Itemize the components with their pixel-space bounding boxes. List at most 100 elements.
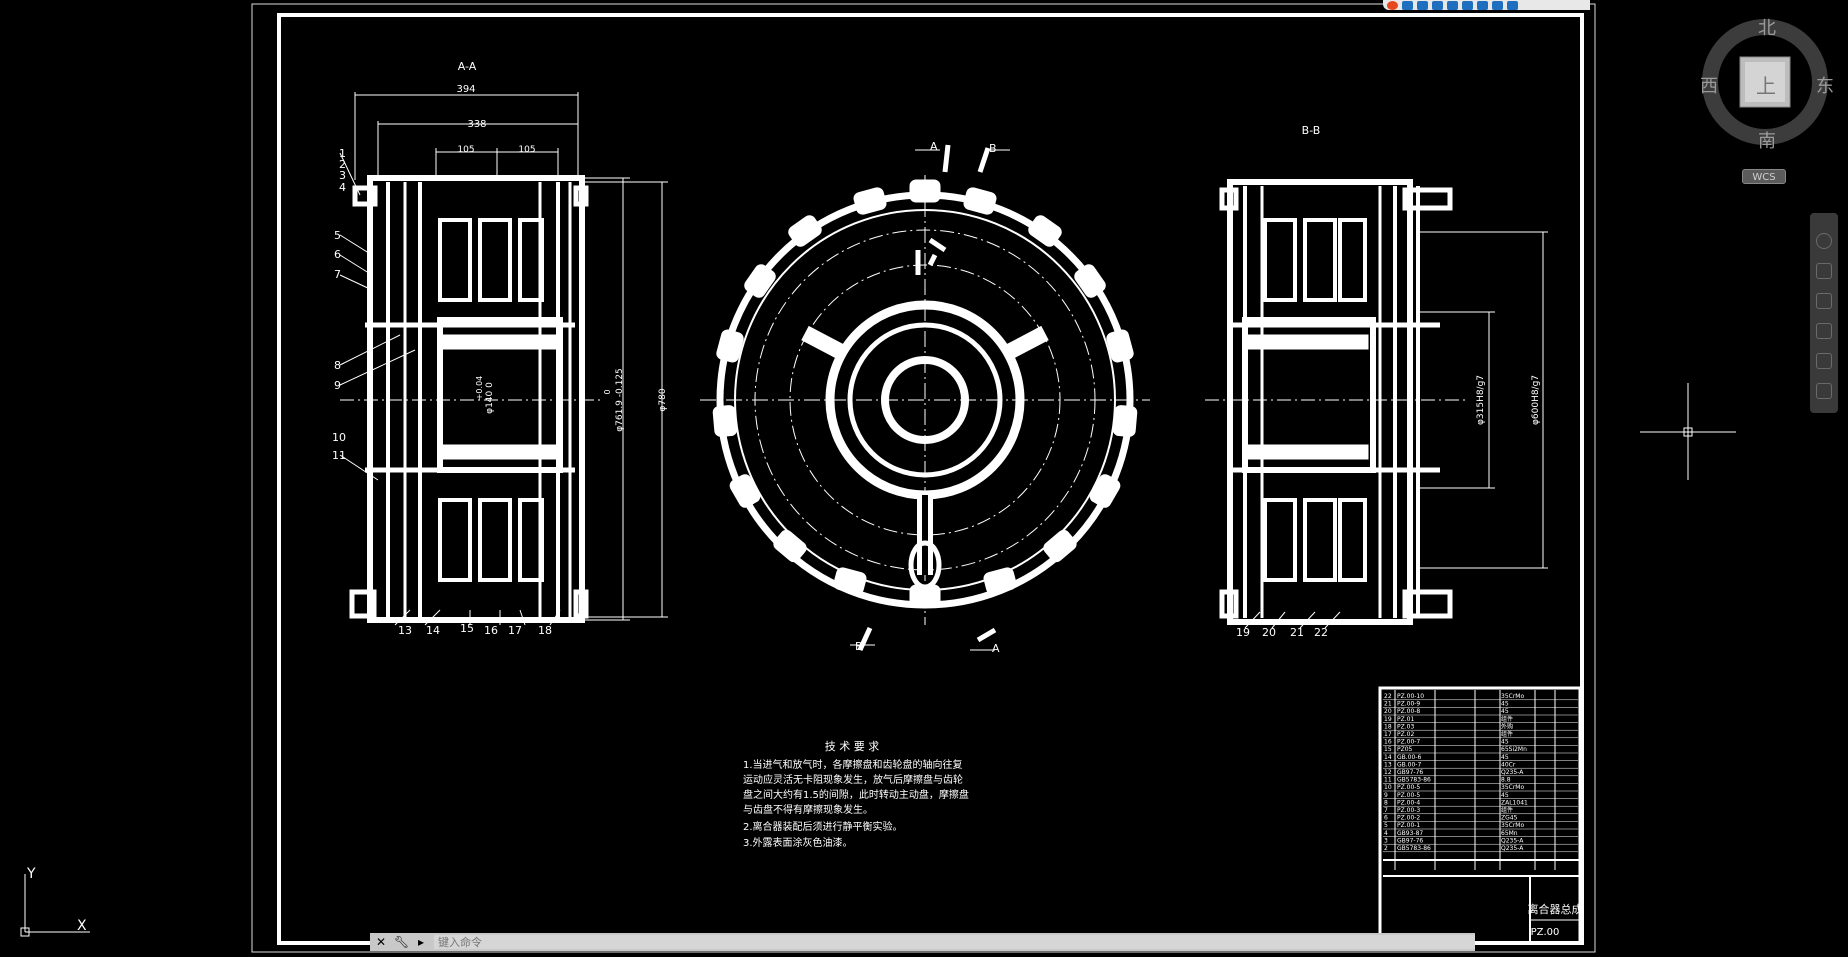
bom-cell: PZ05	[1397, 746, 1413, 753]
balloon-10: 10	[332, 431, 346, 444]
balloon-9: 9	[334, 379, 341, 392]
bom-cell: PZ.00-8	[1397, 708, 1420, 715]
viewcube-top-face[interactable]: 上	[1756, 70, 1776, 99]
bom-cell: GB.00-6	[1397, 754, 1421, 761]
dim-phi140: φ140 0	[485, 382, 495, 414]
shirt-icon[interactable]	[1492, 0, 1503, 10]
bom-cell: GB97-76	[1397, 837, 1423, 844]
orbit-icon[interactable]	[1816, 323, 1832, 339]
balloon-8: 8	[334, 359, 341, 372]
wrench-icon[interactable]: 🔧︎	[394, 935, 409, 949]
tech-req-line-4: 与齿盘不得有摩擦现象发生。	[743, 803, 873, 816]
balloon-11: 11	[332, 449, 346, 462]
view-center	[700, 144, 1150, 652]
bom-cell: GB.00-7	[1397, 761, 1421, 768]
bom-cell: PZ.03	[1397, 723, 1414, 730]
bom-cell: Q235-A	[1501, 769, 1524, 776]
bom-cell: 15	[1384, 746, 1392, 753]
close-icon[interactable]: ✕	[374, 935, 388, 949]
bom-cell: 8.8	[1501, 777, 1511, 784]
bom-cell: 组件	[1501, 715, 1513, 723]
bom-cell: 35CrMo	[1501, 693, 1524, 700]
showmotion-icon[interactable]	[1816, 353, 1832, 369]
wcs-dropdown[interactable]: WCS	[1742, 169, 1786, 184]
bom-cell: 9	[1384, 792, 1388, 799]
viewcube-north[interactable]: 北	[1758, 14, 1776, 40]
drawing-canvas[interactable]: A-A 394 338 105 105 φ761.9 -0.125 0 φ780…	[0, 0, 1848, 957]
balloon-6: 6	[334, 248, 341, 261]
bom-cell: PZ.00-1	[1397, 822, 1420, 829]
bom-cell: 21	[1384, 701, 1392, 708]
dim-394: 394	[456, 84, 475, 95]
balloon-14: 14	[426, 624, 440, 637]
tech-req-line-1: 1.当进气和放气时，各摩擦盘和齿轮盘的轴向往复	[743, 758, 963, 771]
bom-cell: 35CrMo	[1501, 822, 1524, 829]
app-logo-icon[interactable]	[1387, 0, 1398, 10]
balloon-15: 15	[460, 622, 474, 635]
tech-req-title: 技 术 要 求	[825, 740, 880, 753]
bom-cell: 5	[1384, 822, 1388, 829]
balloon-7: 7	[334, 268, 341, 281]
bom-cell: 22	[1384, 693, 1392, 700]
bom-cell: 16	[1384, 739, 1392, 746]
balloons-left: 1 2 3 4 5 6 7 8 9 10 11	[332, 147, 346, 462]
balloon-4: 4	[339, 181, 346, 194]
dim-105b: 105	[518, 145, 535, 155]
tech-req-line-6: 3.外露表面涂灰色油漆。	[743, 836, 853, 849]
bom-cell: 18	[1384, 723, 1392, 730]
tech-req-line-2: 运动应灵活无卡阻现象发生，放气后摩擦盘与齿轮	[743, 773, 963, 786]
nav-settings-icon[interactable]	[1816, 383, 1832, 399]
view-aa: A-A 394 338 105 105 φ761.9 -0.125 0 φ780…	[339, 60, 668, 626]
dim-phi761-zero: 0	[603, 389, 612, 394]
balloon-20: 20	[1262, 626, 1276, 639]
bom-cell: 45	[1501, 708, 1509, 715]
grid-icon[interactable]	[1507, 0, 1518, 10]
zoom-icon[interactable]	[1816, 293, 1832, 309]
label-aa: A-A	[458, 60, 477, 73]
bom-cell: 外购	[1501, 722, 1513, 730]
viewcube-west[interactable]: 西	[1700, 72, 1718, 98]
bom-cell: PZ.00-4	[1397, 799, 1420, 806]
bom-cell: 65Mn	[1501, 830, 1518, 837]
bom-cell: PZ.00-5	[1397, 792, 1420, 799]
balloons-bottom-right: 19 20 21 22	[1236, 626, 1328, 639]
moon-icon[interactable]	[1417, 0, 1428, 10]
viewcube[interactable]: 北 南 西 东 上	[1700, 12, 1848, 172]
toolbox-icon[interactable]	[1477, 0, 1488, 10]
bom-cell: 45	[1501, 739, 1509, 746]
pan-icon[interactable]	[1816, 263, 1832, 279]
bom-cell: 2	[1384, 845, 1388, 852]
bom-cell: 10	[1384, 784, 1392, 791]
viewcube-east[interactable]: 东	[1816, 72, 1834, 98]
bom-cell: 7	[1384, 807, 1388, 814]
bom-cell: 13	[1384, 761, 1392, 768]
punctuation-icon[interactable]	[1432, 0, 1443, 10]
bom-cell: 3	[1384, 837, 1388, 844]
bom-cell: 65Si2Mn	[1501, 746, 1527, 753]
ucs-icon: Y X	[20, 866, 90, 937]
title-block-drawing-no: PZ.00	[1531, 927, 1560, 938]
title-block-name: 离合器总成	[1528, 902, 1583, 916]
command-input[interactable]	[434, 935, 1475, 949]
tech-req-line-3: 盘之间大约有1.5的间隙，此时转动主动盘，摩擦盘	[743, 788, 969, 801]
bom-cell: 19	[1384, 716, 1392, 723]
bom-cell: PZ.00-2	[1397, 815, 1420, 822]
balloon-19: 19	[1236, 626, 1250, 639]
keyboard-icon[interactable]	[1462, 0, 1473, 10]
bom-cell: PZ.01	[1397, 716, 1414, 723]
ucs-x-label: X	[77, 918, 87, 934]
bom-cell: 8	[1384, 799, 1388, 806]
dim-phi780: φ780	[658, 388, 668, 411]
tech-req-line-5: 2.离合器装配后须进行静平衡实验。	[743, 820, 903, 833]
bom-rows: 22 PZ.00-10 35CrMo 21 PZ.00-9 45 20 PZ.00-8 45 19…	[1383, 693, 1578, 853]
balloon-5: 5	[334, 229, 341, 242]
cut-b-top: B	[989, 142, 997, 155]
chinese-input-icon[interactable]	[1402, 0, 1413, 10]
viewcube-south[interactable]: 南	[1758, 127, 1776, 153]
microphone-icon[interactable]	[1447, 0, 1458, 10]
quick-access-toolbar	[1383, 0, 1590, 10]
bom-cell: 45	[1501, 701, 1509, 708]
command-prompt-icon[interactable]: ▸	[414, 935, 428, 949]
steering-wheel-icon[interactable]	[1816, 233, 1832, 249]
cut-b-bottom: B	[855, 640, 863, 653]
